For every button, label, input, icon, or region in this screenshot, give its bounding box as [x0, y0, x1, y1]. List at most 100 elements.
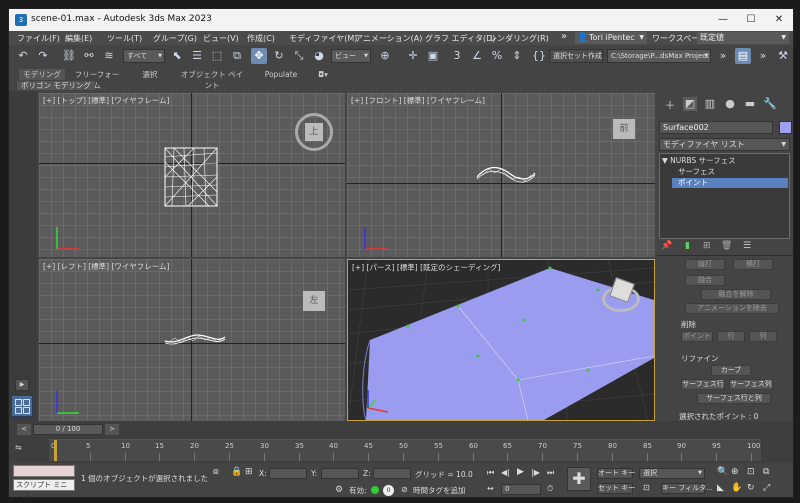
modifier-list-dropdown[interactable]: モディファイヤ リスト ▼ [659, 138, 790, 151]
viewport-layout-icon[interactable] [11, 395, 33, 417]
snaps-toggle-icon[interactable]: 3 [449, 48, 465, 64]
goto-start-icon[interactable]: ⏮ [487, 468, 494, 478]
absolute-mode-icon[interactable]: ⊞ [245, 467, 253, 477]
refine-surface-row-column-button[interactable]: サーフェス行と列 [697, 393, 771, 404]
time-slider[interactable]: 0 / 100 [33, 424, 103, 435]
surface-wireframe-front[interactable] [475, 163, 537, 185]
menu-rendering[interactable]: レンダリング(R) [489, 33, 549, 44]
point-button-2[interactable]: 横打 [733, 259, 773, 270]
make-unique-icon[interactable]: ⊞ [703, 241, 711, 251]
menu-more-icon[interactable]: » [561, 31, 567, 42]
more-tools-icon[interactable]: » [715, 48, 731, 64]
play-icon[interactable]: ▶ [15, 379, 29, 391]
goto-end-icon[interactable]: ⏭ [547, 468, 554, 478]
key-filters-button[interactable]: キー フィルタ... [661, 483, 713, 494]
maxscript-listener-field[interactable] [13, 465, 75, 477]
menu-modifiers[interactable]: モディファイヤ(M) [289, 33, 357, 44]
remove-modifier-icon[interactable]: 🗑 [721, 241, 732, 251]
spinner-snap-icon[interactable]: ⇕ [509, 48, 525, 64]
render-setup-icon[interactable]: ▤ [735, 48, 751, 64]
project-path-dropdown[interactable]: C:\Storage\P...dsMax Project ▼ [607, 49, 711, 63]
user-account[interactable]: 👤 Tori iPentec ▼ [575, 32, 647, 44]
field-of-view-icon[interactable]: ◣ [717, 483, 724, 493]
maximize-button[interactable]: ☐ [737, 11, 765, 29]
key-selection-dropdown[interactable]: 選択 ▼ [639, 468, 705, 479]
motion-tab-icon[interactable]: ● [723, 97, 737, 111]
minimize-button[interactable]: — [709, 11, 737, 29]
pivot-center-icon[interactable]: ⊕ [377, 48, 393, 64]
keyboard-shortcut-icon[interactable]: ▣ [425, 48, 441, 64]
maximize-viewport-icon[interactable]: ⤢ [763, 483, 770, 493]
menu-group[interactable]: グループ(G) [153, 33, 197, 44]
viewport-label[interactable]: [+] [フロント] [標準] [ワイヤフレーム] [351, 95, 485, 106]
surface-wireframe-top[interactable] [164, 147, 218, 207]
snap-indicator-icon[interactable]: 0 [383, 485, 394, 496]
viewport-label[interactable]: [+] [パース] [標準] [既定のシェーディング] [352, 262, 500, 273]
named-selection-field[interactable]: 選択セット作成 [549, 49, 603, 63]
modify-tab-icon[interactable]: ◩ [683, 97, 697, 111]
display-tab-icon[interactable]: ▬ [743, 97, 757, 111]
menu-graph-editors[interactable]: グラフ エディタ(D) [425, 33, 495, 44]
undo-icon[interactable]: ↶ [15, 48, 31, 64]
select-by-name-icon[interactable]: ☰ [189, 48, 205, 64]
menu-file[interactable]: ファイル(F) [17, 33, 60, 44]
ribbon-tab-modeling[interactable]: モデリング [19, 69, 65, 80]
redo-icon[interactable]: ↷ [35, 48, 51, 64]
move-icon[interactable]: ✥ [251, 48, 267, 64]
time-tag-icon[interactable]: ⊘ [401, 485, 408, 494]
prev-key-icon[interactable]: ◀| [501, 468, 510, 477]
delete-column-button[interactable]: 列 [749, 331, 777, 342]
zoom-extents-icon[interactable]: ⊡ [747, 467, 755, 477]
utilities-tab-icon[interactable]: 🔧 [763, 97, 777, 111]
window-crossing-icon[interactable]: ⧉ [229, 48, 245, 64]
maxscript-mini-listener[interactable]: スクリプト ミニ リス [13, 479, 75, 497]
close-button[interactable]: ✕ [765, 11, 793, 29]
show-end-result-icon[interactable]: ▮ [685, 241, 690, 251]
viewport-top[interactable]: [+] [トップ] [標準] [ワイヤフレーム] 上 [39, 93, 345, 257]
viewport-label[interactable]: [+] [トップ] [標準] [ワイヤフレーム] [43, 95, 169, 106]
stack-item-nurbs[interactable]: ▼ NURBS サーフェス [662, 156, 736, 166]
ribbon-tab-freeform[interactable]: フリーフォーム [73, 69, 121, 90]
key-mode-toggle-icon[interactable]: ⊡ [643, 483, 650, 492]
timeline-current-frame-marker[interactable] [54, 440, 57, 461]
hierarchy-tab-icon[interactable]: ▥ [703, 97, 717, 111]
adaptive-degradation-icon[interactable]: ⚙ [335, 485, 343, 495]
ribbon-subpanel[interactable]: ポリゴン モデリング [17, 81, 95, 90]
isolate-selection-icon[interactable]: ⧈ [213, 467, 219, 477]
z-coordinate-field[interactable] [373, 468, 411, 479]
viewport-left[interactable]: [+] [レフト] [標準] [ワイヤフレーム] 左 [39, 259, 345, 421]
remove-animation-button[interactable]: アニメーションを除去 [685, 303, 779, 314]
ribbon-tab-populate[interactable]: Populate [261, 69, 301, 80]
zoom-all-icon[interactable]: ⊕ [731, 467, 739, 477]
link-icon[interactable]: ⛓ [61, 48, 77, 64]
orbit-icon[interactable]: ↻ [747, 483, 755, 493]
viewcube[interactable]: 上 [305, 123, 323, 141]
render-icon[interactable]: ⚒ [775, 48, 791, 64]
configure-sets-icon[interactable]: ☰ [743, 241, 751, 251]
region-select-icon[interactable]: ⬚ [209, 48, 225, 64]
viewport-front[interactable]: [+] [フロント] [標準] [ワイヤフレーム] 前 [347, 93, 655, 257]
timeline-track[interactable]: 0510152025303540455055606570758085909510… [49, 439, 761, 461]
curve-editor-toggle-icon[interactable]: ⇋ [15, 443, 31, 455]
bind-spacewarp-icon[interactable]: ≋ [101, 48, 117, 64]
menu-animation[interactable]: アニメーション(A) [355, 33, 422, 44]
stack-item-surface[interactable]: サーフェス [678, 167, 715, 177]
percent-snap-icon[interactable]: % [489, 48, 505, 64]
viewcube[interactable]: 前 [613, 119, 635, 139]
current-frame-field[interactable]: 0 [501, 484, 541, 495]
object-name-field[interactable]: Surface002 [659, 121, 773, 134]
zoom-extents-all-icon[interactable]: ⧉ [763, 467, 769, 477]
selection-filter-dropdown[interactable]: すべて ▼ [123, 49, 165, 63]
delete-point-button[interactable]: ポイント [681, 331, 713, 342]
surface-wireframe-left[interactable] [163, 329, 227, 349]
place-icon[interactable]: ◕ [311, 48, 327, 64]
lock-selection-icon[interactable]: 🔒 [231, 467, 242, 477]
angle-snap-icon[interactable]: ∠ [469, 48, 485, 64]
select-manipulate-icon[interactable]: ✛ [405, 48, 421, 64]
pin-stack-icon[interactable]: 📌 [661, 241, 672, 251]
refine-surface-row-button[interactable]: サーフェス行 [681, 379, 725, 390]
refine-surface-column-button[interactable]: サーフェス列 [729, 379, 773, 390]
menu-view[interactable]: ビュー(V) [203, 33, 239, 44]
set-key-icon[interactable]: ✚ [567, 467, 591, 491]
menu-tools[interactable]: ツール(T) [107, 33, 142, 44]
